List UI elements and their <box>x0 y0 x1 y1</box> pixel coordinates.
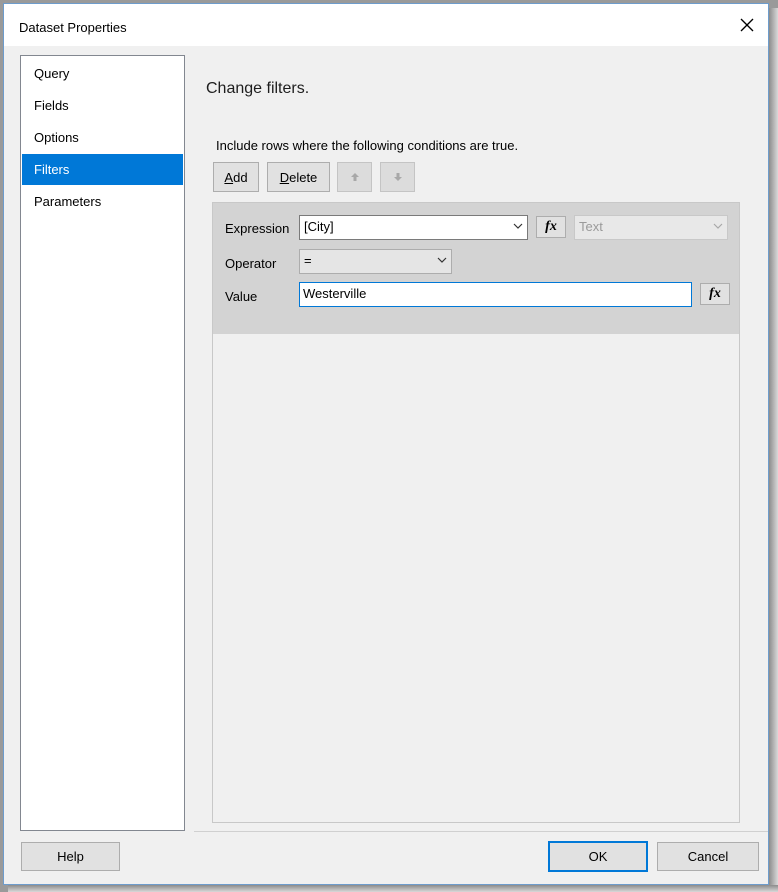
cancel-button[interactable]: Cancel <box>657 842 759 871</box>
value-input[interactable]: Westerville <box>299 282 692 307</box>
window-shadow-right <box>769 8 778 892</box>
nav-item-label: Parameters <box>34 194 102 209</box>
move-up-button[interactable] <box>337 162 372 192</box>
fx-icon: fx <box>709 286 721 301</box>
nav-item-filters[interactable]: Filters <box>22 154 183 185</box>
ok-label: OK <box>588 849 608 864</box>
nav-item-label: Query <box>34 66 70 81</box>
cancel-label: Cancel <box>687 849 729 864</box>
arrow-up-icon <box>350 173 359 181</box>
delete-button[interactable]: Delete <box>267 162 330 192</box>
arrow-down-icon <box>393 173 402 181</box>
add-label: dd <box>233 169 248 185</box>
data-type-value: Text <box>579 219 603 234</box>
move-down-button[interactable] <box>380 162 415 192</box>
help-button[interactable]: Help <box>21 842 120 871</box>
nav-item-fields[interactable]: Fields <box>22 90 183 121</box>
ok-button[interactable]: OK <box>548 841 648 872</box>
operator-label: Operator <box>225 256 277 271</box>
expression-value: [City] <box>304 219 334 234</box>
expression-label: Expression <box>225 221 290 236</box>
close-icon <box>740 18 754 32</box>
operator-value: = <box>304 253 312 268</box>
close-button[interactable] <box>726 10 768 40</box>
nav-item-label: Filters <box>34 162 70 177</box>
nav-item-label: Options <box>34 130 79 145</box>
expression-combo[interactable]: [City] <box>299 215 528 240</box>
value-label: Value <box>225 289 258 304</box>
chevron-down-icon <box>513 223 523 229</box>
dataset-properties-dialog: Dataset Properties Query Fields Options … <box>3 3 769 885</box>
add-mnemonic: A <box>224 169 234 185</box>
footer-divider <box>194 831 768 832</box>
page-navigation: Query Fields Options Filters Parameters <box>20 55 185 831</box>
expression-fx-button[interactable]: fx <box>536 216 566 238</box>
data-type-combo[interactable]: Text <box>574 215 728 240</box>
chevron-down-icon <box>437 257 447 263</box>
operator-combo[interactable]: = <box>299 249 452 274</box>
window-shadow-bottom <box>8 885 778 892</box>
nav-item-label: Fields <box>34 98 69 113</box>
value-fx-button[interactable]: fx <box>700 283 730 305</box>
page-heading: Change filters. <box>206 80 310 97</box>
nav-item-parameters[interactable]: Parameters <box>22 186 183 217</box>
filter-list: Expression [City] fx Text Operator = Val… <box>212 202 740 823</box>
nav-item-query[interactable]: Query <box>22 58 183 89</box>
window-title: Dataset Properties <box>19 20 127 35</box>
delete-label: elete <box>289 169 318 185</box>
help-label: Help <box>57 849 84 864</box>
filter-row[interactable]: Expression [City] fx Text Operator = Val… <box>213 203 739 334</box>
chevron-down-icon <box>713 223 723 229</box>
nav-item-options[interactable]: Options <box>22 122 183 153</box>
fx-icon: fx <box>545 219 557 234</box>
add-button[interactable]: Add <box>213 162 259 192</box>
delete-mnemonic: D <box>279 169 290 185</box>
filter-instructions: Include rows where the following conditi… <box>216 138 519 153</box>
title-bar: Dataset Properties <box>4 4 768 46</box>
value-text: Westerville <box>303 286 367 301</box>
